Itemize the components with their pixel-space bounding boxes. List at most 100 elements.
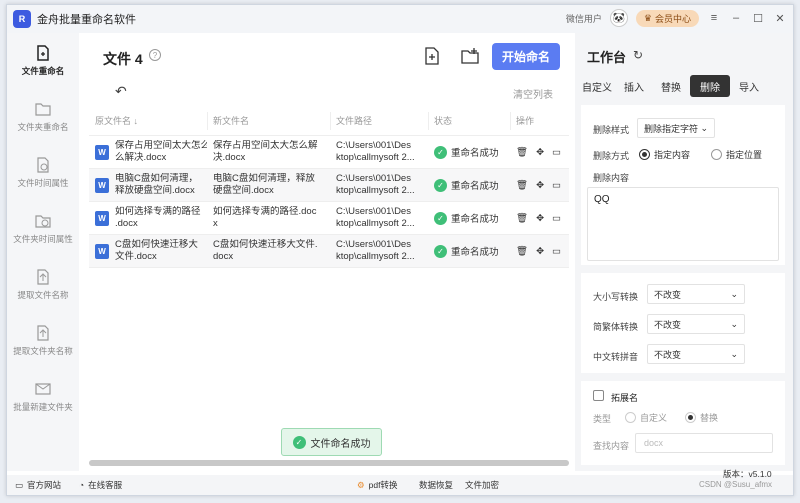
delete-style-select[interactable]: 删除指定字符 ⌄ (637, 118, 715, 138)
type-custom-radio[interactable]: 自定义 (625, 411, 667, 424)
avatar[interactable]: 🐼 (609, 9, 628, 27)
maximize-icon[interactable]: ☐ (751, 12, 765, 25)
vip-center-button[interactable]: ♛ 会员中心 (635, 9, 699, 27)
sidebar-item-label: 文件重命名 (21, 66, 65, 76)
open-folder-icon[interactable]: ▭ (552, 246, 561, 257)
horizontal-scrollbar[interactable] (89, 460, 569, 466)
sidebar-item-new-folder[interactable]: 批量新建文件夹 (7, 369, 79, 425)
sidebar-item-file-rename[interactable]: 文件重命名 (7, 33, 79, 89)
folder-time-icon (35, 215, 51, 228)
delete-icon[interactable]: 🗑 (516, 180, 528, 191)
column-original-name[interactable]: 原文件名 ↓ (89, 106, 207, 135)
new-name: C盘如何快速迁移大文件. (213, 239, 318, 250)
move-icon[interactable]: ✥ (536, 147, 544, 158)
scrollbar-thumb[interactable] (89, 460, 569, 466)
file-time-icon (37, 157, 49, 173)
select-value: 不改变 (654, 349, 682, 360)
app-logo: R (13, 10, 31, 28)
success-icon: ✓ (434, 178, 447, 192)
sidebar-item-label: 文件夹时间属性 (13, 234, 73, 244)
open-folder-icon[interactable]: ▭ (552, 180, 561, 191)
move-icon[interactable]: ✥ (536, 180, 544, 191)
tab-import[interactable]: 导入 (731, 75, 767, 97)
delete-icon[interactable]: 🗑 (516, 213, 528, 224)
toast-text: 文件命名成功 (310, 438, 371, 450)
page-title: 文件 4 (103, 51, 143, 67)
mode-position-radio[interactable]: 指定位置 (711, 148, 762, 161)
user-name[interactable]: 微信用户 (566, 12, 602, 25)
case-label: 大小写转换 (593, 292, 639, 302)
delete-icon[interactable]: 🗑 (516, 246, 528, 257)
sidebar-item-file-time[interactable]: 文件时间属性 (7, 145, 79, 201)
column-new-name: 新文件名 (207, 106, 330, 135)
pinyin-select[interactable]: 不改变 ⌄ (647, 344, 745, 364)
traditional-select[interactable]: 不改变 ⌄ (647, 314, 745, 334)
tab-replace[interactable]: 替换 (653, 75, 689, 97)
open-folder-icon[interactable]: ▭ (552, 213, 561, 224)
tab-custom[interactable]: 自定义 (579, 75, 615, 97)
status-bar: ▭ 官方网站 ◔ 在线客服 ⚙ pdf转换 数据恢复 文件加密 版本：v5.1.0 C… (7, 469, 793, 495)
sidebar-item-folder-time[interactable]: 文件夹时间属性 (7, 201, 79, 257)
delete-settings-card: 删除样式 删除指定字符 ⌄ 删除方式 指定内容 指定位置 删除内容 QQ (581, 105, 785, 265)
close-icon[interactable]: ✕ (773, 12, 787, 25)
open-folder-icon[interactable]: ▭ (552, 147, 561, 158)
chevron-down-icon: ⌄ (730, 288, 738, 299)
encrypt-link[interactable]: 文件加密 (465, 479, 499, 491)
extract-folder-icon (37, 325, 49, 341)
start-rename-button[interactable]: 开始命名 (492, 43, 560, 70)
new-name: 如何选择专满的路径.doc (213, 206, 317, 217)
radio-label: 指定位置 (726, 150, 763, 160)
mode-content-radio[interactable]: 指定内容 (639, 148, 690, 161)
table-row[interactable]: W 电脑C盘如何清理， 释放硬盘空间.docx 电脑C盘如何清理，释放 硬盘空间.do… (89, 169, 569, 202)
traditional-label: 简繁体转换 (593, 322, 639, 332)
tab-delete[interactable]: 删除 (690, 75, 730, 97)
add-file-icon[interactable] (423, 47, 441, 65)
recover-link[interactable]: 数据恢复 (419, 479, 453, 491)
pinyin-label: 中文转拼音 (593, 352, 639, 362)
help-icon[interactable]: ? (149, 49, 161, 61)
service-link[interactable]: ◔ 在线客服 (79, 479, 122, 491)
status-text: 重命名成功 (451, 148, 499, 159)
delete-icon[interactable]: 🗑 (516, 147, 528, 158)
move-icon[interactable]: ✥ (536, 213, 544, 224)
column-path: 文件路径 (330, 106, 428, 135)
word-file-icon: W (95, 144, 109, 160)
title-bar: R 金舟批量重命名软件 微信用户 🐼 ♛ 会员中心 ≡ – ☐ ✕ (7, 5, 793, 33)
type-replace-radio[interactable]: 替换 (685, 411, 718, 424)
website-link[interactable]: ▭ 官方网站 (15, 479, 61, 491)
success-icon: ✓ (292, 435, 306, 449)
case-select[interactable]: 不改变 ⌄ (647, 284, 745, 304)
add-folder-icon[interactable] (461, 47, 479, 65)
table-row[interactable]: W 保存占用空间太大怎么 么解决.docx 保存占用空间太大怎么解 决.docx C:… (89, 136, 569, 169)
original-name: 保存占用空间太大怎么 (115, 140, 207, 151)
table-row[interactable]: W 如何选择专满的路径 .docx 如何选择专满的路径.doc x C:\Users\… (89, 202, 569, 235)
menu-icon[interactable]: ≡ (707, 12, 721, 24)
sidebar-item-folder-rename[interactable]: 文件夹重命名 (7, 89, 79, 145)
radio-unchecked (625, 412, 636, 423)
tab-insert[interactable]: 插入 (616, 75, 652, 97)
clear-list-button[interactable]: 清空列表 (513, 86, 553, 101)
table-row[interactable]: W C盘如何快速迁移大 文件.docx C盘如何快速迁移大文件. docx C:\Us… (89, 235, 569, 268)
file-path: C:\Users\001\Des (336, 206, 411, 217)
refresh-icon[interactable]: ↻ (633, 48, 643, 62)
panel-title: 工作台 (587, 50, 627, 65)
find-input[interactable]: docx (635, 433, 773, 453)
monitor-icon: ▭ (15, 479, 24, 490)
delete-style-label: 删除样式 (593, 125, 630, 135)
extension-checkbox[interactable] (593, 390, 604, 401)
file-path: C:\Users\001\Des (336, 239, 411, 250)
delete-content-label: 删除内容 (593, 173, 630, 183)
undo-icon[interactable]: ↶ (115, 83, 127, 100)
sidebar-item-extract-folder[interactable]: 提取文件夹名称 (7, 313, 79, 369)
folder-rename-icon (35, 103, 51, 116)
new-name: 电脑C盘如何清理，释放 (213, 173, 315, 184)
sidebar-item-extract-file[interactable]: 提取文件名称 (7, 257, 79, 313)
chevron-down-icon: ⌄ (730, 318, 738, 329)
delete-content-input[interactable]: QQ (587, 187, 779, 261)
type-label: 类型 (593, 414, 612, 424)
pdf-link[interactable]: ⚙ pdf转换 (357, 479, 397, 491)
find-label: 查找内容 (593, 441, 630, 451)
conversion-card: 大小写转换 不改变 ⌄ 简繁体转换 不改变 ⌄ 中文转拼音 不改变 ⌄ (581, 273, 785, 373)
minimize-icon[interactable]: – (729, 12, 743, 24)
move-icon[interactable]: ✥ (536, 246, 544, 257)
